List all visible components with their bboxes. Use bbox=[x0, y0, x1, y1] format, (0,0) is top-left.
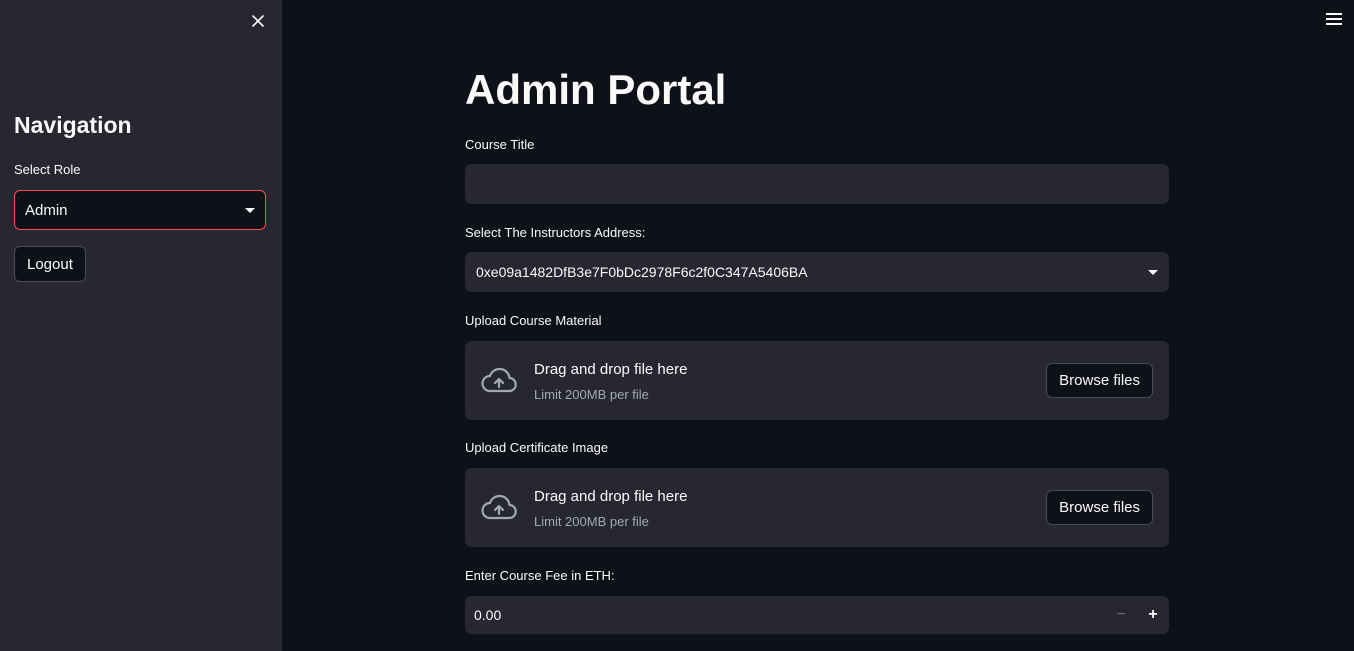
certificate-image-dropzone[interactable]: Drag and drop file here Limit 200MB per … bbox=[465, 468, 1169, 547]
main-menu-button[interactable] bbox=[1326, 13, 1342, 27]
course-material-dropzone[interactable]: Drag and drop file here Limit 200MB per … bbox=[465, 341, 1169, 420]
cloud-upload-icon bbox=[481, 367, 517, 393]
course-title-label: Course Title bbox=[465, 137, 535, 152]
dropzone-limit-text: Limit 200MB per file bbox=[534, 514, 649, 529]
instructor-address-select[interactable]: 0xe09a1482DfB3e7F0bDc2978F6c2f0C347A5406… bbox=[465, 252, 1169, 292]
decrement-button[interactable]: − bbox=[1105, 596, 1137, 634]
course-fee-value[interactable]: 0.00 bbox=[465, 607, 1105, 623]
close-sidebar-button[interactable] bbox=[248, 11, 268, 31]
hamburger-menu-icon bbox=[1326, 13, 1342, 15]
instructor-address-label: Select The Instructors Address: bbox=[465, 225, 646, 240]
close-icon bbox=[252, 15, 264, 27]
chevron-down-icon bbox=[1148, 269, 1158, 275]
increment-button[interactable]: + bbox=[1137, 596, 1169, 634]
browse-files-button[interactable]: Browse files bbox=[1046, 363, 1153, 398]
role-select-label: Select Role bbox=[14, 162, 81, 177]
sidebar: Navigation Select Role Admin Logout bbox=[0, 0, 282, 651]
page-title: Admin Portal bbox=[465, 66, 727, 113]
course-title-input[interactable] bbox=[465, 164, 1169, 204]
browse-files-button[interactable]: Browse files bbox=[1046, 490, 1153, 525]
logout-button[interactable]: Logout bbox=[14, 246, 86, 282]
dropzone-text: Drag and drop file here bbox=[534, 361, 688, 378]
hamburger-menu-icon bbox=[1326, 18, 1342, 20]
role-select-value: Admin bbox=[25, 201, 68, 219]
course-material-label: Upload Course Material bbox=[465, 313, 602, 328]
certificate-image-label: Upload Certificate Image bbox=[465, 440, 609, 455]
chevron-down-icon bbox=[245, 207, 255, 213]
course-fee-input[interactable]: 0.00 − + bbox=[465, 596, 1169, 634]
role-select[interactable]: Admin bbox=[14, 190, 266, 230]
hamburger-menu-icon bbox=[1326, 23, 1342, 25]
dropzone-limit-text: Limit 200MB per file bbox=[534, 387, 649, 402]
dropzone-text: Drag and drop file here bbox=[534, 488, 688, 505]
cloud-upload-icon bbox=[481, 494, 517, 520]
instructor-address-value: 0xe09a1482DfB3e7F0bDc2978F6c2f0C347A5406… bbox=[476, 264, 808, 280]
app: Navigation Select Role Admin Logout Admi… bbox=[0, 0, 1354, 651]
course-fee-label: Enter Course Fee in ETH: bbox=[465, 568, 615, 583]
sidebar-title: Navigation bbox=[14, 112, 132, 138]
